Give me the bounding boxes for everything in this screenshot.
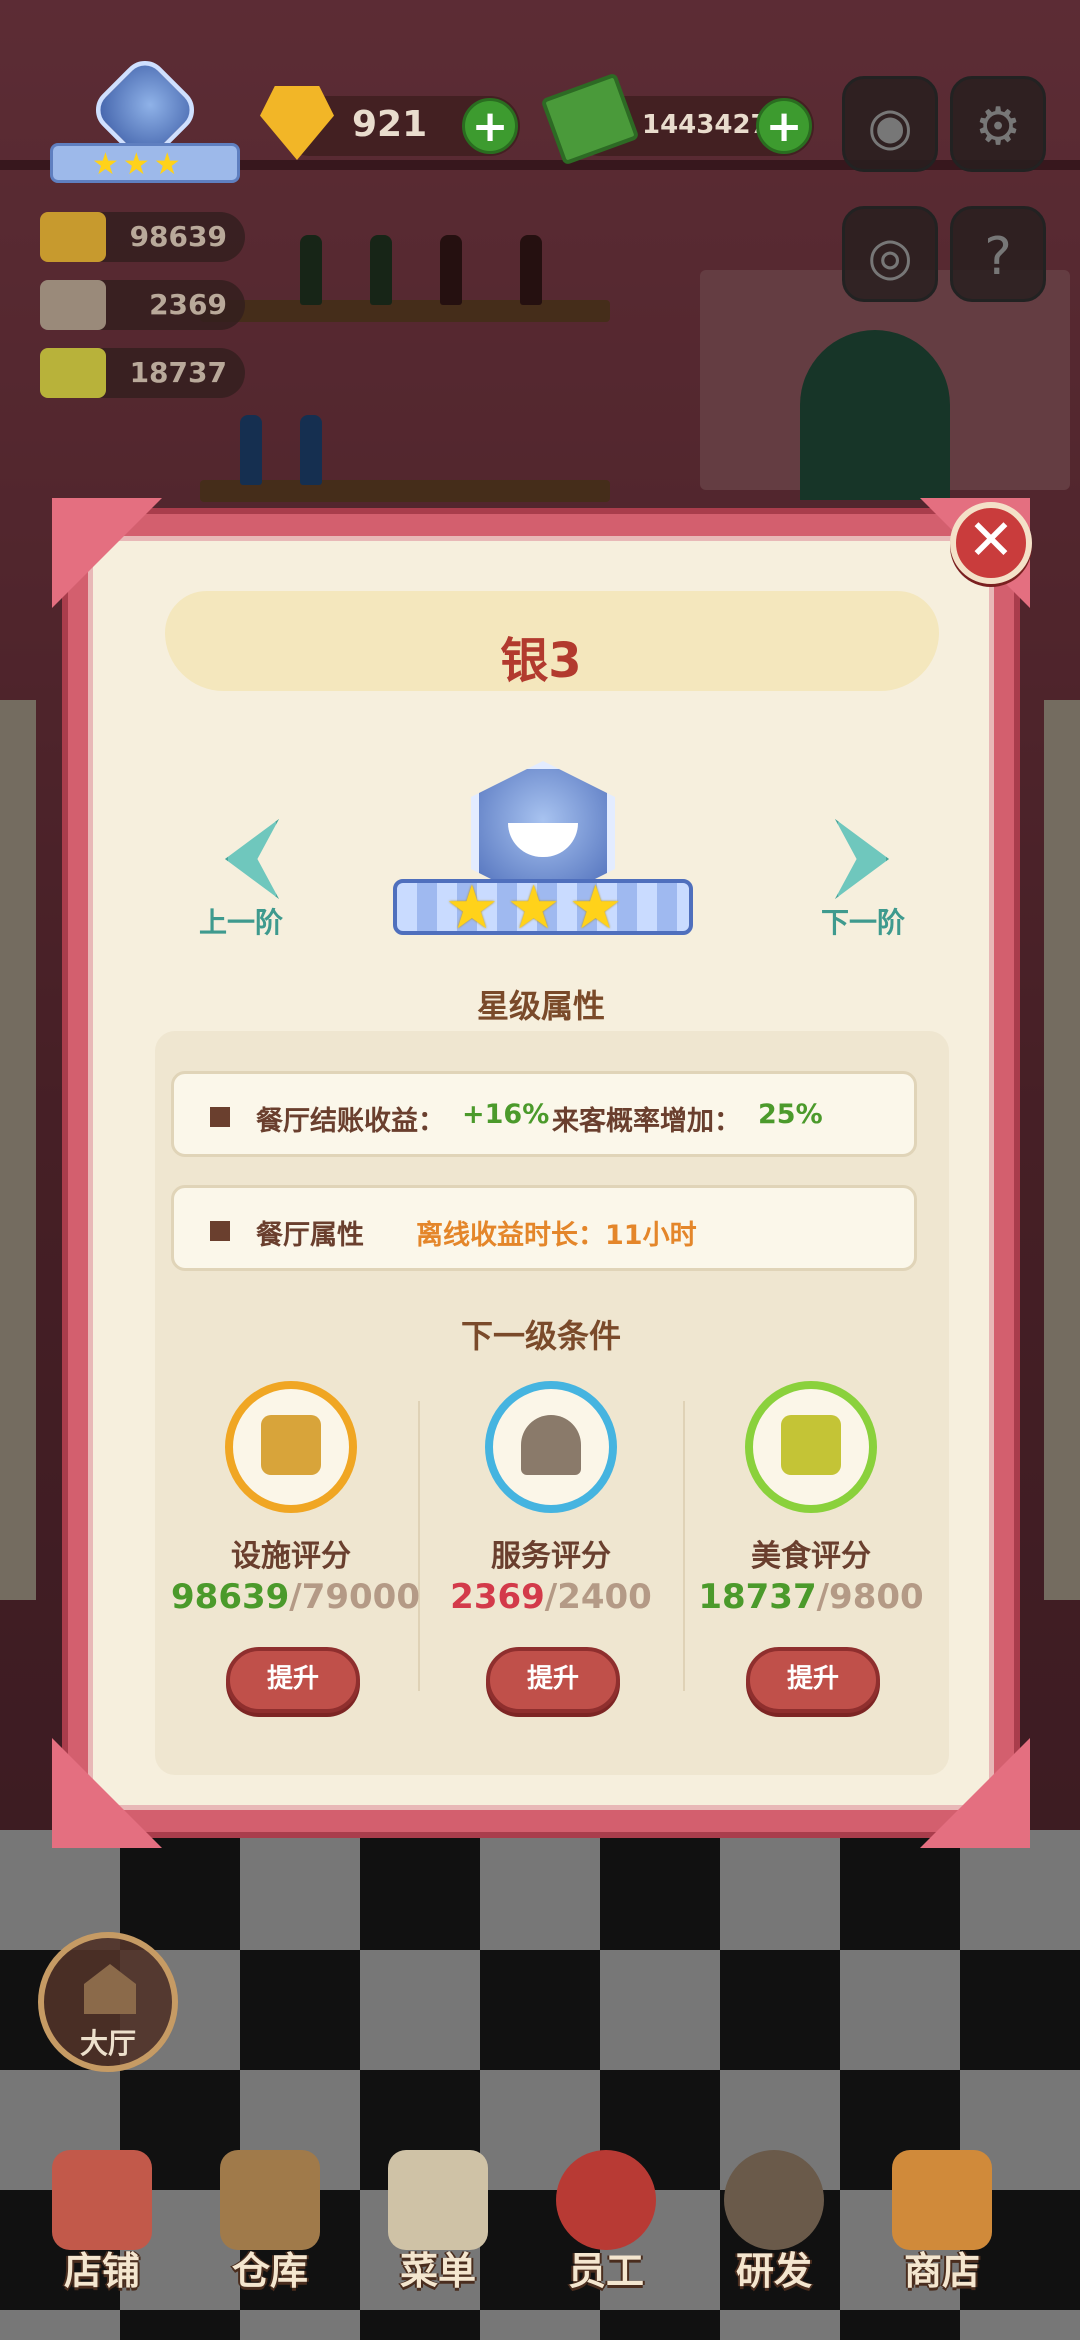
visibility-button[interactable]: ◎	[842, 206, 938, 302]
bullet-icon	[210, 1221, 230, 1241]
help-book-icon: ?	[984, 227, 1012, 287]
facility-current: 98639	[171, 1577, 290, 1617]
eye-icon: ◎	[867, 227, 913, 287]
close-dialog-button[interactable]: ✕	[950, 502, 1032, 584]
gear-icon: ⚙	[974, 97, 1022, 157]
food-score-label: 美食评分	[751, 1539, 871, 1574]
star-rank-dialog: 银3 上一阶 下一阶 ★★★ 星级属性 餐厅结账收益： +16% 来客概率增加：…	[52, 498, 1030, 1848]
nav-label: 研发	[735, 2249, 812, 2293]
emblem-stars: ★★★	[445, 873, 631, 943]
chevron-right-icon	[835, 819, 889, 899]
gem-counter: 921 +	[260, 86, 520, 160]
settings-button[interactable]: ⚙	[950, 76, 1046, 172]
food-score-value: 18737	[129, 356, 227, 389]
next-level-conditions-heading: 下一级条件	[460, 1317, 621, 1355]
nav-label: 菜单	[399, 2249, 476, 2293]
facility-ring	[225, 1381, 357, 1513]
service-score-stat: 2369	[40, 280, 245, 330]
shop-stall-icon	[892, 2150, 992, 2250]
food-required: /9800	[816, 1577, 924, 1617]
facility-condition: 设施评分 98639/79000 提升	[171, 1381, 420, 1713]
star-attributes-heading: 星级属性	[476, 987, 605, 1025]
improve-service-button[interactable]: 提升	[486, 1647, 620, 1713]
hall-label: 大厅	[79, 2027, 136, 2060]
food-score-stat: 18737	[40, 348, 245, 398]
facility-score-stat: 98639	[40, 212, 245, 262]
recipe-book-icon	[781, 1415, 841, 1475]
dialog-body: 银3 上一阶 下一阶 ★★★ 星级属性 餐厅结账收益： +16% 来客概率增加：…	[88, 536, 994, 1810]
facility-score-progress: 98639/79000	[171, 1577, 420, 1617]
rank-title: 银3	[500, 633, 582, 689]
nav-label: 员工	[567, 2249, 644, 2293]
facility-required: /79000	[289, 1577, 421, 1617]
service-icon	[40, 280, 106, 330]
facility-icon	[261, 1415, 321, 1475]
silver-rank-emblem: ★★★	[393, 761, 693, 961]
menu-clipboard-icon	[388, 2150, 488, 2250]
add-cash-button[interactable]: +	[756, 98, 812, 154]
checkout-income-value: +16%	[462, 1099, 550, 1130]
restaurant-rank-badge[interactable]: ★★★	[50, 51, 240, 190]
service-score-progress: 2369/2400	[431, 1577, 671, 1617]
bottom-navigation: 店铺 仓库 菜单 员工 研发 商店	[0, 2130, 1080, 2340]
recipe-book-icon	[40, 348, 106, 398]
food-condition: 美食评分 18737/9800 提升	[691, 1381, 931, 1713]
restaurant-attribute-label: 餐厅属性	[256, 1220, 364, 1251]
nav-store[interactable]: 店铺	[22, 2130, 182, 2340]
visitor-rate-label: 来客概率增加：	[552, 1106, 741, 1137]
food-score-progress: 18737/9800	[691, 1577, 931, 1617]
chevron-left-icon	[225, 819, 279, 899]
camera-icon: ◉	[867, 97, 913, 157]
house-icon	[84, 1964, 136, 2014]
service-current: 2369	[450, 1577, 545, 1617]
next-rank-button[interactable]	[813, 819, 909, 909]
add-gems-button[interactable]: +	[462, 98, 518, 154]
checkout-income-label: 餐厅结账收益：	[256, 1106, 445, 1137]
attribute-row-income: 餐厅结账收益： +16% 来客概率增加： 25%	[171, 1071, 917, 1157]
hall-button[interactable]: 大厅	[38, 1932, 178, 2072]
food-current: 18737	[698, 1577, 817, 1617]
bullet-icon	[210, 1107, 230, 1127]
service-condition: 服务评分 2369/2400 提升	[431, 1381, 671, 1713]
food-ring	[745, 1381, 877, 1513]
nav-warehouse[interactable]: 仓库	[190, 2130, 350, 2340]
nav-shop[interactable]: 商店	[862, 2130, 1022, 2340]
camera-button[interactable]: ◉	[842, 76, 938, 172]
improve-food-button[interactable]: 提升	[746, 1647, 880, 1713]
rank-stars: ★★★	[92, 147, 185, 182]
nav-label: 店铺	[63, 2249, 140, 2293]
visitor-rate-value: 25%	[758, 1099, 823, 1130]
serving-cloche-icon	[521, 1415, 581, 1475]
offline-income-duration: 离线收益时长：11小时	[416, 1220, 697, 1251]
service-score-value: 2369	[149, 288, 227, 321]
facility-icon	[40, 212, 106, 262]
prev-rank-label[interactable]: 上一阶	[171, 901, 311, 941]
improve-facility-button[interactable]: 提升	[226, 1647, 360, 1713]
service-ring	[485, 1381, 617, 1513]
facility-score-value: 98639	[129, 220, 227, 253]
column-divider	[418, 1401, 420, 1691]
nav-research[interactable]: 研发	[694, 2130, 854, 2340]
service-required: /2400	[544, 1577, 652, 1617]
next-rank-label[interactable]: 下一阶	[793, 901, 933, 941]
attribute-row-offline: 餐厅属性 离线收益时长：11小时	[171, 1185, 917, 1271]
nav-menu[interactable]: 菜单	[358, 2130, 518, 2340]
nav-label: 商店	[903, 2249, 980, 2293]
nav-label: 仓库	[231, 2249, 308, 2293]
close-icon: ✕	[967, 508, 1015, 573]
nav-staff[interactable]: 员工	[526, 2130, 686, 2340]
facility-score-label: 设施评分	[231, 1539, 351, 1574]
gem-amount: 921	[352, 104, 428, 145]
help-book-button[interactable]: ?	[950, 206, 1046, 302]
cash-counter: 14434277 +	[540, 72, 814, 166]
crate-icon	[220, 2150, 320, 2250]
chef-icon	[556, 2150, 656, 2250]
prev-rank-button[interactable]	[203, 819, 299, 909]
column-divider	[683, 1401, 685, 1691]
service-score-label: 服务评分	[491, 1539, 611, 1574]
wok-icon	[724, 2150, 824, 2250]
store-icon	[52, 2150, 152, 2250]
